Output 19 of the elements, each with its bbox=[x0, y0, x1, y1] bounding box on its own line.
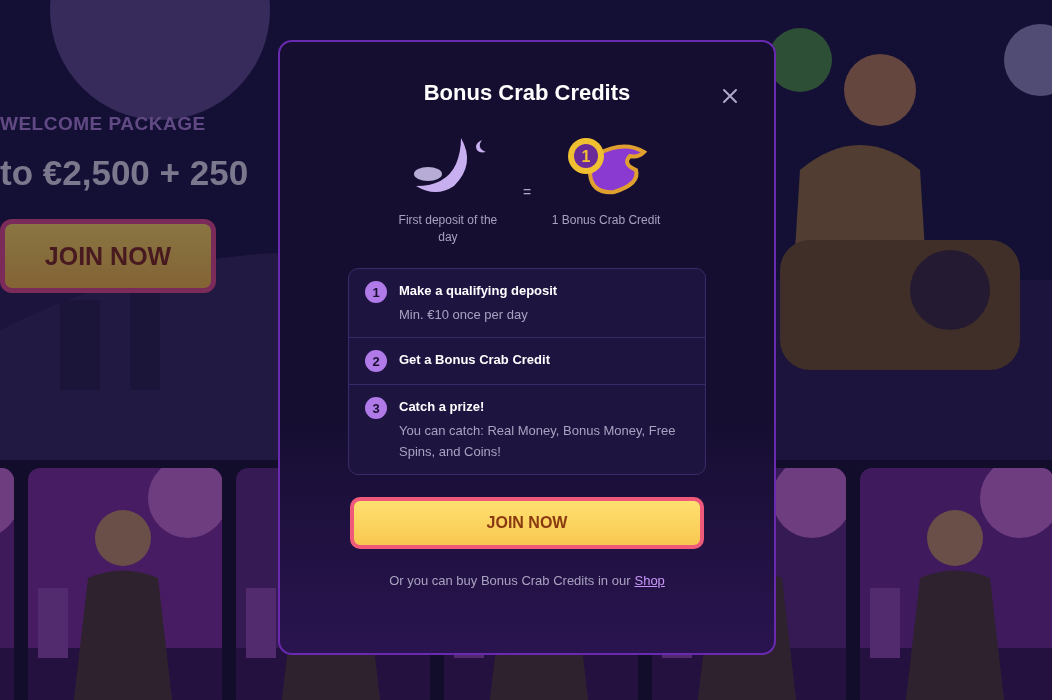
step-title: Get a Bonus Crab Credit bbox=[399, 352, 550, 367]
close-icon[interactable] bbox=[722, 88, 738, 104]
step-title: Make a qualifying deposit bbox=[399, 283, 558, 298]
footer-text: Or you can buy Bonus Crab Credits in our bbox=[389, 573, 631, 588]
hero-eyebrow: WELCOME PACKAGE bbox=[0, 113, 206, 135]
join-button[interactable]: JOIN NOW bbox=[0, 219, 216, 293]
step-detail: You can catch: Real Money, Bonus Money, Free Spins, and Coins! bbox=[399, 422, 677, 461]
step-number: 3 bbox=[365, 397, 387, 419]
equals-sign: = bbox=[522, 184, 532, 200]
shop-link[interactable]: Shop bbox=[634, 573, 665, 588]
hero-headline: to €2,500 + 250 bbox=[0, 153, 249, 193]
deposit-caption: First deposit of the day bbox=[397, 212, 499, 246]
step-detail: Min. €10 once per day bbox=[399, 306, 529, 324]
modal-title: Bonus Crab Credits bbox=[423, 80, 631, 106]
step-title: Catch a prize! bbox=[399, 399, 486, 414]
join-button[interactable]: JOIN NOW bbox=[350, 497, 704, 549]
credit-caption: 1 Bonus Crab Credit bbox=[551, 212, 661, 229]
step-number: 1 bbox=[365, 281, 387, 303]
step-number: 2 bbox=[365, 350, 387, 372]
